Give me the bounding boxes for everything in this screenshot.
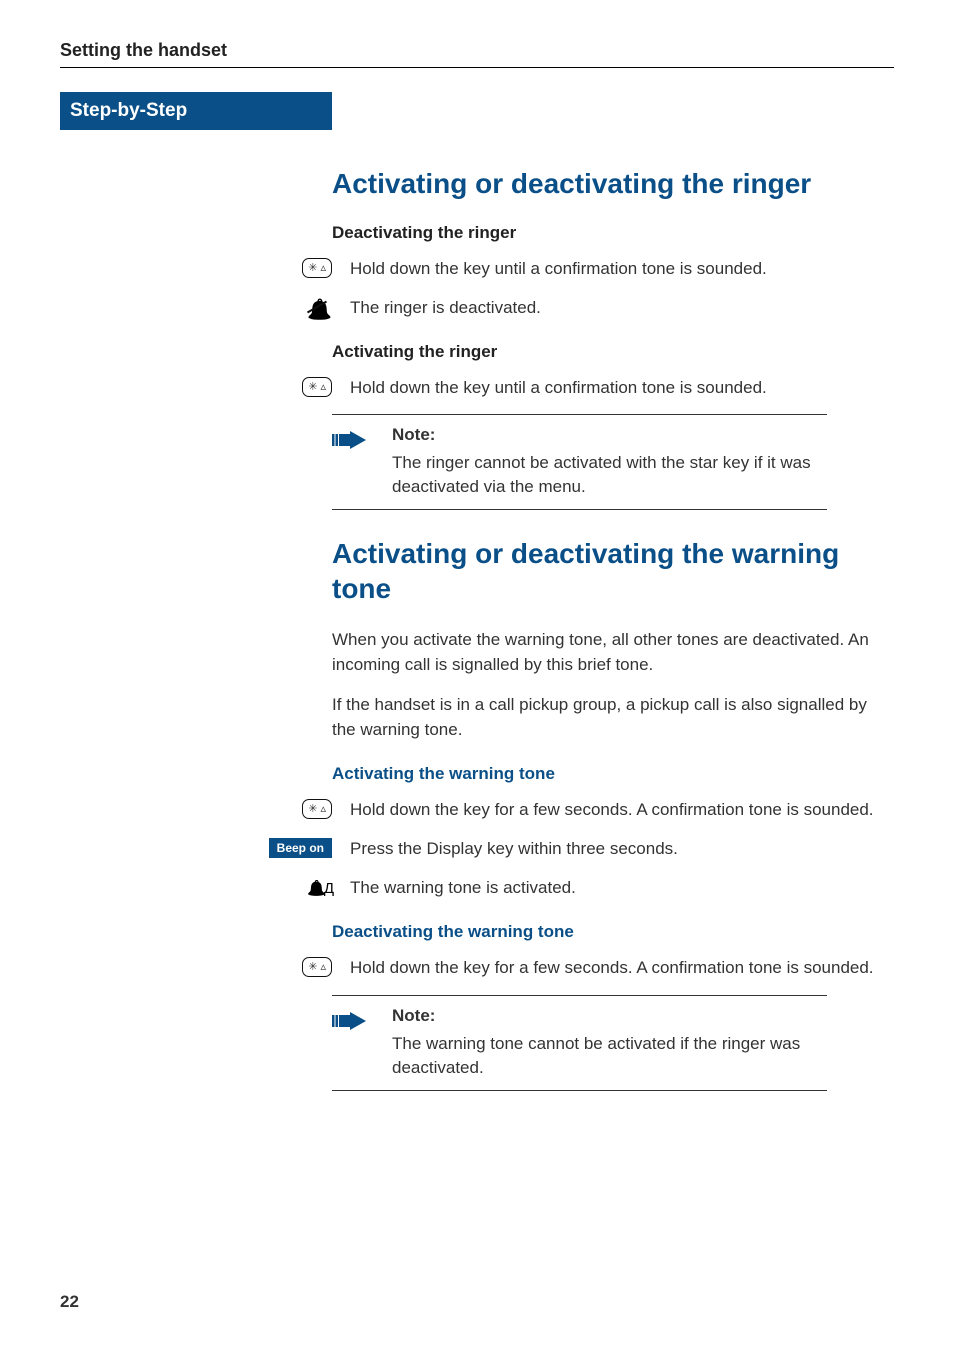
star-key-icon: [302, 258, 332, 278]
subheading-deactivate-ringer: Deactivating the ringer: [332, 223, 894, 243]
beep-on-display-key: Beep on: [269, 838, 332, 858]
step-text: Hold down the key for a few seconds. A c…: [350, 956, 894, 981]
paragraph: When you activate the warning tone, all …: [332, 628, 894, 677]
step-text: Hold down the key until a confirmation t…: [350, 376, 894, 401]
note-label: Note:: [392, 425, 827, 445]
section-title-ringer: Activating or deactivating the ringer: [332, 166, 894, 201]
star-key-icon: [302, 377, 332, 397]
running-header: Setting the handset: [60, 40, 894, 61]
warning-tone-icon: [307, 877, 332, 898]
section-title-warning-tone: Activating or deactivating the warning t…: [332, 536, 894, 606]
subheading-deactivate-warning: Deactivating the warning tone: [332, 922, 894, 942]
star-key-icon: [302, 799, 332, 819]
note-label: Note:: [392, 1006, 827, 1026]
page-number: 22: [60, 1292, 79, 1312]
step-text: Hold down the key for a few seconds. A c…: [350, 798, 894, 823]
note-box: Note: The ringer cannot be activated wit…: [332, 414, 827, 510]
note-text: The warning tone cannot be activated if …: [392, 1032, 827, 1080]
note-text: The ringer cannot be activated with the …: [392, 451, 827, 499]
note-box: Note: The warning tone cannot be activat…: [332, 995, 827, 1091]
note-arrow-icon: [332, 431, 366, 449]
step-text: Hold down the key until a confirmation t…: [350, 257, 894, 282]
bell-off-icon: [307, 297, 332, 322]
step-by-step-tab: Step-by-Step: [60, 92, 332, 130]
subheading-activate-warning: Activating the warning tone: [332, 764, 894, 784]
step-text: The ringer is deactivated.: [350, 296, 894, 321]
step-text: Press the Display key within three secon…: [350, 837, 894, 862]
page: Setting the handset Step-by-Step Activat…: [0, 0, 954, 1352]
note-arrow-icon: [332, 1012, 366, 1030]
paragraph: If the handset is in a call pickup group…: [332, 693, 894, 742]
content-column: Activating or deactivating the ringer De…: [332, 130, 894, 1117]
star-key-icon: [302, 957, 332, 977]
step-text: The warning tone is activated.: [350, 876, 894, 901]
header-rule: [60, 67, 894, 68]
subheading-activate-ringer: Activating the ringer: [332, 342, 894, 362]
